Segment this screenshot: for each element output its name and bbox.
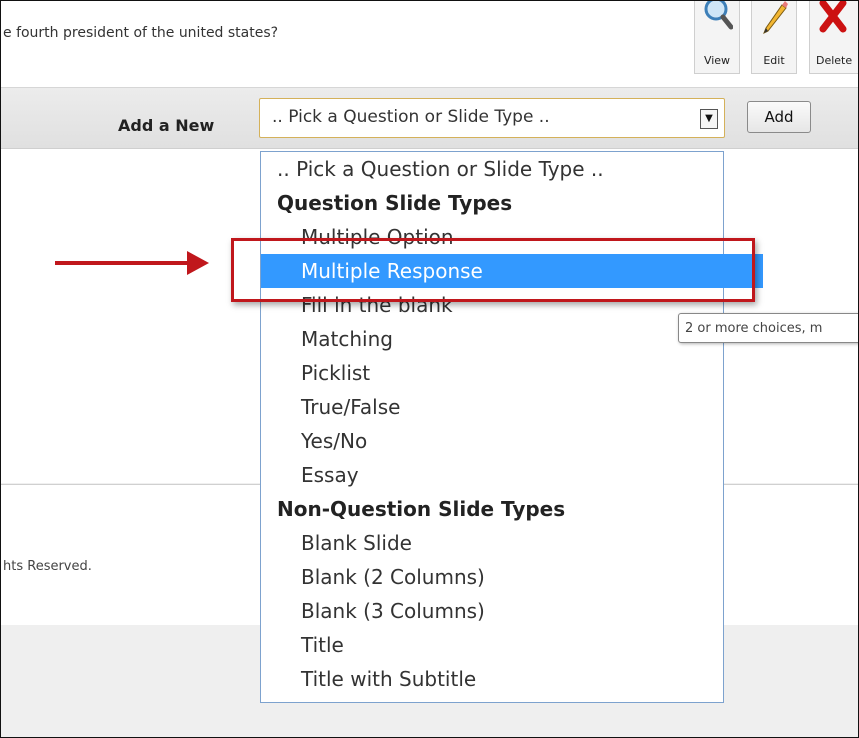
view-button-label: View xyxy=(703,54,731,67)
dropdown-option-blank-2-columns[interactable]: Blank (2 Columns) xyxy=(261,560,763,594)
edit-button-label: Edit xyxy=(763,54,785,67)
annotation-arrow-icon xyxy=(187,251,209,275)
annotation-arrow-shaft xyxy=(55,261,195,265)
dropdown-option-title-with-subtitle[interactable]: Title with Subtitle xyxy=(261,662,763,696)
question-row: e fourth president of the united states?… xyxy=(1,1,858,88)
add-new-label: Add a New xyxy=(118,116,215,135)
magnifier-icon xyxy=(704,1,733,30)
view-button[interactable]: View xyxy=(694,1,740,74)
delete-button-label: Delete xyxy=(816,54,853,67)
delete-button[interactable]: Delete xyxy=(809,1,858,74)
annotation-highlight-box xyxy=(231,238,755,302)
option-tooltip: 2 or more choices, m xyxy=(678,313,858,343)
slide-type-dropdown-list: .. Pick a Question or Slide Type .. Ques… xyxy=(260,151,763,703)
pencil-icon xyxy=(763,1,788,35)
dropdown-group-question-slide-types: Question Slide Types xyxy=(277,191,513,215)
question-text: e fourth president of the united states? xyxy=(3,25,279,41)
dropdown-option-yes-no[interactable]: Yes/No xyxy=(261,424,763,458)
slide-type-select[interactable]: .. Pick a Question or Slide Type .. ▼ xyxy=(259,98,725,138)
slide-type-select-value: .. Pick a Question or Slide Type .. xyxy=(272,107,550,127)
dropdown-option-title[interactable]: Title xyxy=(261,628,763,662)
dropdown-option-placeholder[interactable]: .. Pick a Question or Slide Type .. xyxy=(261,152,739,186)
add-slide-bar: Add a New .. Pick a Question or Slide Ty… xyxy=(1,88,858,149)
edit-button[interactable]: Edit xyxy=(751,1,797,74)
copyright-text: hts Reserved. xyxy=(3,559,92,574)
add-button[interactable]: Add xyxy=(747,101,811,133)
dropdown-option-true-false[interactable]: True/False xyxy=(261,390,763,424)
dropdown-option-picklist[interactable]: Picklist xyxy=(261,356,763,390)
app-frame: e fourth president of the united states?… xyxy=(0,0,859,738)
delete-x-icon xyxy=(819,1,847,33)
dropdown-option-blank-slide[interactable]: Blank Slide xyxy=(261,526,763,560)
dropdown-option-blank-3-columns[interactable]: Blank (3 Columns) xyxy=(261,594,763,628)
dropdown-group-non-question-slide-types: Non-Question Slide Types xyxy=(277,497,566,521)
dropdown-arrow-icon[interactable]: ▼ xyxy=(700,109,718,129)
dropdown-option-essay[interactable]: Essay xyxy=(261,458,763,492)
